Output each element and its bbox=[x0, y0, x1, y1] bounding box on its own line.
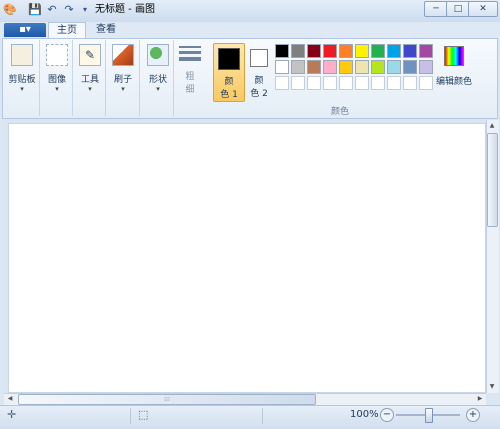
scroll-down-button[interactable]: ▼ bbox=[487, 382, 497, 392]
status-divider bbox=[262, 408, 263, 424]
color-swatch[interactable] bbox=[275, 44, 289, 58]
color-palette bbox=[275, 44, 435, 94]
color-swatch[interactable] bbox=[291, 44, 305, 58]
shapes-label: 形状 bbox=[148, 75, 167, 85]
zoom-out-button[interactable]: − bbox=[380, 408, 394, 422]
scroll-right-button[interactable]: ▶ bbox=[475, 394, 485, 404]
custom-color-slot[interactable] bbox=[307, 76, 321, 90]
zoom-level: 100% bbox=[350, 409, 379, 420]
window-title: 无标题 - 画图 bbox=[95, 4, 155, 15]
brushes-group[interactable]: 刷子 ▾ bbox=[107, 40, 140, 116]
cursor-position-icon: ✛ bbox=[7, 408, 17, 421]
scroll-left-button[interactable]: ◀ bbox=[5, 394, 15, 404]
undo-icon[interactable]: ↶ bbox=[45, 3, 59, 17]
tools-label: 工具 bbox=[80, 75, 99, 85]
drawing-canvas[interactable] bbox=[8, 123, 486, 393]
chevron-down-icon: ▾ bbox=[156, 85, 160, 93]
clipboard-icon bbox=[11, 44, 33, 66]
custom-color-slot[interactable] bbox=[403, 76, 417, 90]
brushes-label: 刷子 bbox=[113, 75, 132, 85]
size-label: 粗 bbox=[185, 72, 195, 82]
brush-icon bbox=[112, 44, 134, 66]
close-button[interactable]: ✕ bbox=[468, 1, 498, 17]
size-button[interactable]: 粗 细 bbox=[176, 44, 204, 114]
selection-size-icon: ⬚ bbox=[138, 408, 149, 421]
clipboard-group[interactable]: 剪贴板 ▾ bbox=[5, 40, 40, 116]
edit-colors-icon bbox=[444, 46, 464, 66]
status-divider bbox=[130, 408, 131, 424]
color1-label: 颜 bbox=[224, 77, 234, 87]
image-group[interactable]: 图像 ▾ bbox=[42, 40, 73, 116]
color-swatch[interactable] bbox=[403, 60, 417, 74]
color-swatch[interactable] bbox=[275, 60, 289, 74]
zoom-slider-thumb[interactable] bbox=[425, 408, 433, 423]
color-swatch[interactable] bbox=[371, 60, 385, 74]
color-swatch[interactable] bbox=[339, 44, 353, 58]
tools-group[interactable]: ✎ 工具 ▾ bbox=[75, 40, 106, 116]
select-icon bbox=[46, 44, 68, 66]
custom-color-slot[interactable] bbox=[387, 76, 401, 90]
color2-label-2: 色 2 bbox=[250, 89, 268, 99]
chevron-down-icon: ▾ bbox=[121, 85, 125, 93]
color-swatch[interactable] bbox=[419, 44, 433, 58]
color-swatch[interactable] bbox=[323, 44, 337, 58]
colors-group-label: 颜色 bbox=[330, 107, 349, 117]
color2-label: 颜 bbox=[254, 76, 264, 86]
chevron-down-icon: ▾ bbox=[20, 85, 24, 93]
shapes-group[interactable]: 形状 ▾ bbox=[143, 40, 174, 116]
color1-button[interactable]: 颜 色 1 bbox=[213, 43, 245, 102]
scroll-up-button[interactable]: ▲ bbox=[487, 121, 497, 131]
save-icon[interactable]: 💾 bbox=[28, 3, 42, 17]
custom-color-slot[interactable] bbox=[275, 76, 289, 90]
color1-label-2: 色 1 bbox=[220, 90, 238, 100]
custom-color-slot[interactable] bbox=[355, 76, 369, 90]
custom-color-slot[interactable] bbox=[291, 76, 305, 90]
custom-color-slot[interactable] bbox=[371, 76, 385, 90]
redo-icon[interactable]: ↷ bbox=[62, 3, 76, 17]
minimize-button[interactable]: ─ bbox=[424, 1, 448, 17]
color-swatch[interactable] bbox=[355, 60, 369, 74]
color-swatch[interactable] bbox=[339, 60, 353, 74]
file-menu-button[interactable]: ▪▾ bbox=[4, 23, 46, 37]
color-swatch[interactable] bbox=[307, 44, 321, 58]
clipboard-label: 剪贴板 bbox=[8, 75, 36, 85]
pencil-icon: ✎ bbox=[79, 44, 101, 66]
custom-color-slot[interactable] bbox=[323, 76, 337, 90]
horizontal-scroll-thumb[interactable]: ⁝⁝⁝ bbox=[18, 394, 316, 405]
color-swatch[interactable] bbox=[291, 60, 305, 74]
image-label: 图像 bbox=[47, 75, 66, 85]
edit-colors-button[interactable]: 编辑颜色 bbox=[434, 44, 474, 100]
edit-colors-label: 编辑颜色 bbox=[435, 77, 472, 87]
custom-color-slot[interactable] bbox=[339, 76, 353, 90]
color-swatch[interactable] bbox=[387, 44, 401, 58]
color-swatch[interactable] bbox=[419, 60, 433, 74]
color-swatch[interactable] bbox=[387, 60, 401, 74]
paint-app-icon[interactable]: 🎨 bbox=[3, 3, 17, 17]
color1-swatch bbox=[218, 48, 240, 70]
customize-icon[interactable]: ▾ bbox=[78, 3, 92, 17]
color2-button[interactable]: 颜 色 2 bbox=[247, 43, 271, 100]
color-swatch[interactable] bbox=[355, 44, 369, 58]
chevron-down-icon: ▾ bbox=[55, 85, 59, 93]
color-swatch[interactable] bbox=[371, 44, 385, 58]
color2-swatch bbox=[250, 49, 268, 67]
vertical-scroll-thumb[interactable] bbox=[487, 133, 498, 227]
tab-home[interactable]: 主页 bbox=[48, 22, 86, 39]
size-label-2: 细 bbox=[185, 85, 195, 95]
tab-view[interactable]: 查看 bbox=[88, 22, 124, 38]
shapes-icon bbox=[147, 44, 169, 66]
color-swatch[interactable] bbox=[323, 60, 337, 74]
maximize-button[interactable]: □ bbox=[446, 1, 470, 17]
color-swatch[interactable] bbox=[307, 60, 321, 74]
custom-color-slot[interactable] bbox=[419, 76, 433, 90]
chevron-down-icon: ▾ bbox=[88, 85, 92, 93]
color-swatch[interactable] bbox=[403, 44, 417, 58]
zoom-in-button[interactable]: + bbox=[466, 408, 480, 422]
